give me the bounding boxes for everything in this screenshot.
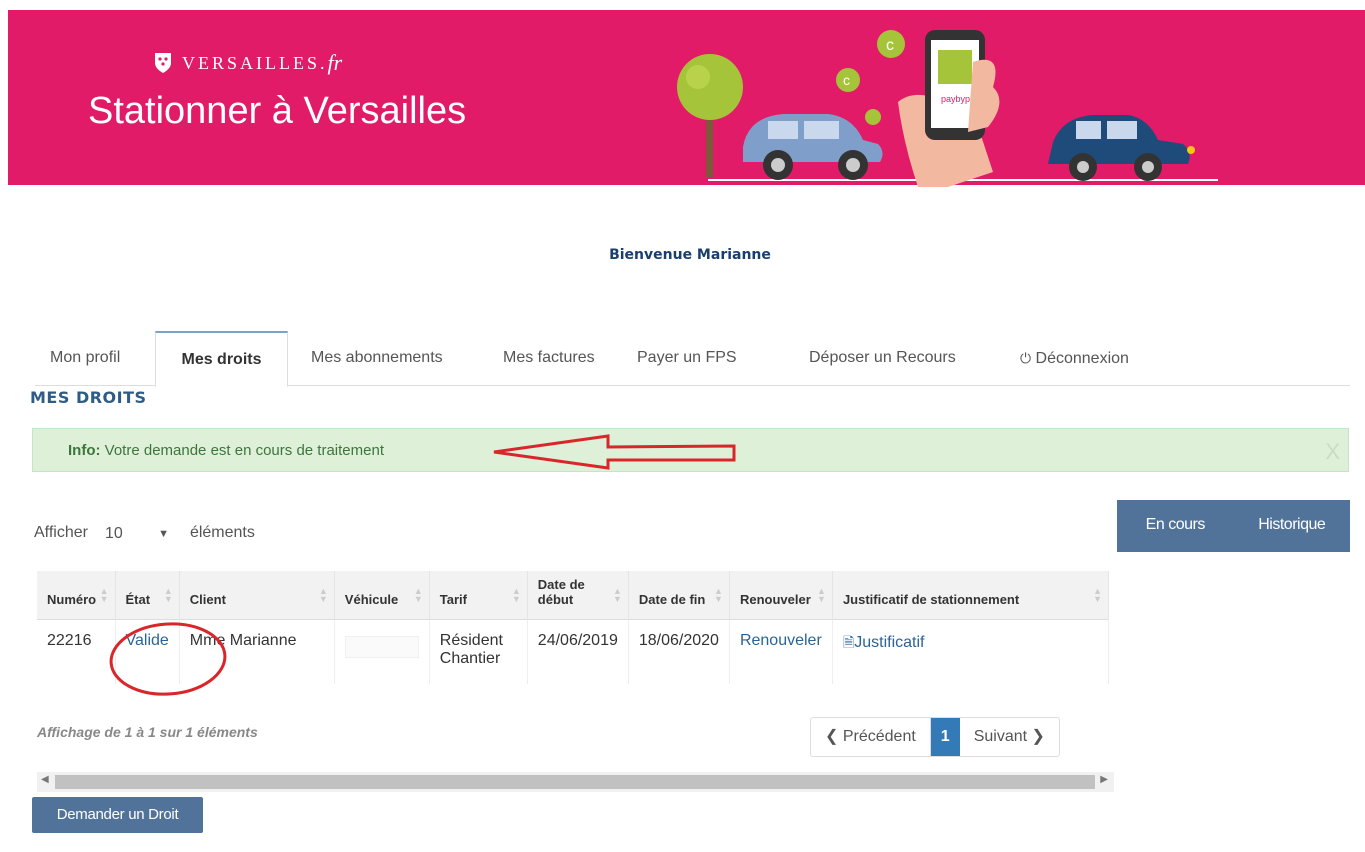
justificatif-label: Justificatif	[854, 634, 925, 651]
sort-icon: ▲ ▼	[318, 586, 328, 604]
view-toggle: En cours Historique	[1117, 500, 1350, 552]
red-circle-annotation	[109, 622, 227, 696]
cell-numero: 22216	[37, 619, 116, 684]
col-header-label: Tarif	[439, 592, 468, 607]
col-header-client[interactable]: Client ▲ ▼	[179, 571, 335, 620]
scroll-left-icon[interactable]: ◀	[41, 774, 49, 785]
sort-icon: ▲ ▼	[612, 586, 622, 604]
svg-text:c: c	[886, 37, 894, 54]
alert-text: Info: Votre demande est en cours de trai…	[68, 442, 384, 459]
brand-name: VERSAILLES.	[182, 52, 328, 73]
historique-button[interactable]: Historique	[1234, 500, 1351, 552]
svg-text:c: c	[843, 72, 850, 88]
col-header-label: Justificatif de stationnement	[842, 592, 1020, 607]
tab-mes-factures[interactable]: Mes factures	[503, 331, 595, 385]
cell-date-debut: 24/06/2019	[527, 619, 629, 684]
sort-icon: ▲ ▼	[817, 586, 826, 604]
col-header-etat[interactable]: État ▲ ▼	[115, 571, 180, 620]
sort-icon: ▲ ▼	[163, 586, 173, 604]
power-icon: ⏻	[1020, 350, 1032, 366]
sort-icon: ▲ ▼	[714, 586, 723, 604]
col-header-date-fin[interactable]: Date de fin ▲ ▼	[628, 571, 730, 620]
sort-icon: ▲ ▼	[1093, 586, 1102, 604]
tab-payer-fps[interactable]: Payer un FPS	[637, 331, 737, 385]
en-cours-button[interactable]: En cours	[1117, 500, 1234, 552]
tab-deconnexion-label: Déconnexion	[1035, 350, 1129, 367]
header-banner: VERSAILLES. fr Stationner à Versailles c …	[8, 10, 1365, 187]
col-header-date-debut[interactable]: Date de début ▲ ▼	[527, 571, 629, 620]
tab-mes-abonnements[interactable]: Mes abonnements	[311, 331, 443, 385]
horizontal-scrollbar[interactable]: ◀ ▶	[37, 772, 1114, 792]
demander-droit-button[interactable]: Demander un Droit	[32, 797, 203, 833]
alert-message: Votre demande est en cours de traitement	[104, 442, 384, 459]
cell-renouveler: Renouveler	[729, 619, 833, 684]
col-header-numero[interactable]: Numéro ▲ ▼	[37, 571, 116, 620]
table-header-row: Numéro ▲ ▼ État ▲ ▼ Client ▲ ▼ Véhicule ▲ ▼ Tari…	[37, 571, 1110, 620]
chevron-right-icon: ❯	[1031, 728, 1045, 745]
col-header-label: Véhicule	[344, 592, 399, 607]
pdf-icon: 🗎	[842, 634, 855, 650]
page-button-current[interactable]: 1	[930, 718, 960, 756]
tab-mon-profil[interactable]: Mon profil	[50, 331, 120, 385]
previous-label: Précédent	[842, 728, 916, 745]
alert-close-button[interactable]: X	[1325, 439, 1340, 465]
previous-page-button[interactable]: ❮ Précédent	[811, 718, 931, 756]
chevron-left-icon: ❮	[825, 728, 839, 745]
page-length-select[interactable]: 10 ▼	[93, 516, 184, 550]
cell-justificatif: 🗎Justificatif	[832, 619, 1110, 684]
pagination: ❮ Précédent 1 Suivant ❯	[810, 717, 1060, 757]
scrollbar-thumb[interactable]	[55, 775, 1095, 789]
length-label-before: Afficher	[34, 524, 88, 541]
section-title: MES DROITS	[30, 388, 147, 407]
col-header-label: État	[125, 592, 151, 607]
col-header-justificatif[interactable]: Justificatif de stationnement ▲ ▼	[832, 571, 1110, 620]
page-length-control: Afficher 10 ▼ éléments	[34, 516, 255, 550]
page-length-value: 10	[104, 525, 123, 542]
col-header-label: Date de début	[537, 577, 585, 607]
sort-icon: ▲ ▼	[413, 586, 423, 604]
cell-vehicule	[334, 619, 430, 684]
crest-icon	[155, 53, 171, 73]
renouveler-link[interactable]: Renouveler	[740, 632, 822, 649]
next-label: Suivant	[973, 728, 1028, 745]
site-title: Stationner à Versailles	[88, 90, 467, 132]
brand-logo[interactable]: VERSAILLES. fr	[154, 50, 342, 76]
red-arrow-annotation	[493, 434, 736, 470]
brand-suffix: fr	[327, 50, 343, 75]
tab-mes-droits[interactable]: Mes droits	[155, 331, 288, 387]
redacted-field	[344, 636, 419, 658]
welcome-message: Bienvenue Marianne	[609, 247, 771, 263]
col-header-renouveler[interactable]: Renouveler ▲ ▼	[729, 571, 833, 620]
col-header-label: Renouveler	[739, 592, 811, 607]
col-header-tarif[interactable]: Tarif ▲ ▼	[429, 571, 528, 620]
scroll-right-icon[interactable]: ▶	[1100, 774, 1108, 785]
col-header-label: Client	[189, 592, 226, 607]
cell-tarif: Résident Chantier	[429, 619, 528, 684]
cell-date-fin: 18/06/2020	[628, 619, 730, 684]
justificatif-link[interactable]: 🗎Justificatif	[843, 634, 925, 651]
sort-icon: ▲ ▼	[99, 586, 109, 604]
dropdown-caret-icon: ▼	[158, 528, 169, 540]
next-page-button[interactable]: Suivant ❯	[960, 718, 1059, 756]
alert-label: Info:	[68, 442, 101, 459]
col-header-vehicule[interactable]: Véhicule ▲ ▼	[334, 571, 430, 620]
nav-tabs: Mon profil Mes droits Mes abonnements Me…	[35, 331, 1350, 387]
table-info: Affichage de 1 à 1 sur 1 éléments	[37, 724, 258, 740]
tab-deposer-recours[interactable]: Déposer un Recours	[809, 331, 956, 385]
sort-icon: ▲ ▼	[511, 586, 521, 604]
tab-deconnexion[interactable]: ⏻ Déconnexion	[1020, 331, 1129, 385]
parking-illustration: c c paybyphone	[677, 30, 1218, 187]
length-label-after: éléments	[189, 524, 255, 541]
col-header-label: Date de fin	[638, 592, 706, 607]
col-header-label: Numéro	[47, 592, 97, 607]
